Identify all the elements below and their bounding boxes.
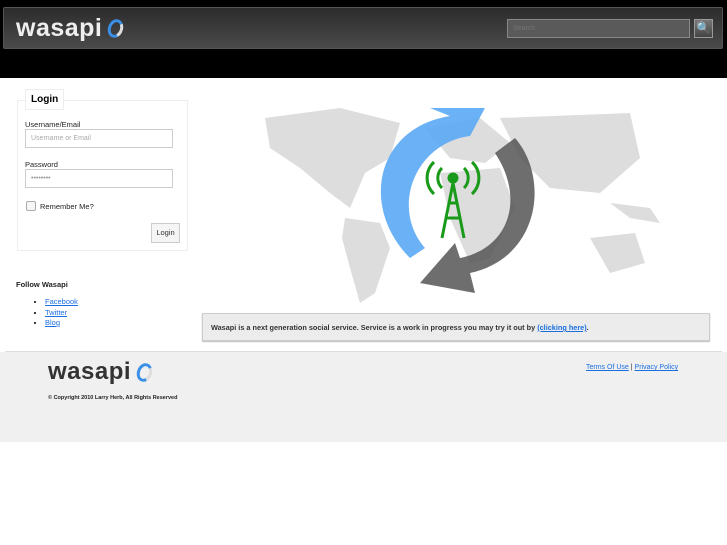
footer-links: Terms Of Use | Privacy Policy: [586, 364, 678, 371]
search-input[interactable]: [507, 19, 690, 38]
terms-link[interactable]: Terms Of Use: [586, 364, 629, 371]
username-input[interactable]: Username or Email: [25, 129, 173, 148]
remember-label: Remember Me?: [40, 202, 94, 211]
username-label: Username/Email: [25, 120, 81, 129]
follow-links: Facebook Twitter Blog: [45, 297, 78, 329]
remember-checkbox[interactable]: [26, 201, 36, 211]
swirl-icon: [105, 17, 127, 40]
copyright: © Copyright 2010 Larry Herb, All Rights …: [48, 395, 178, 401]
password-label: Password: [25, 160, 58, 169]
login-button[interactable]: Login: [151, 223, 180, 243]
notice-text: Wasapi is a next generation social servi…: [211, 323, 538, 332]
footer-logo: wasapi: [48, 358, 155, 386]
hero-illustration: [265, 108, 660, 303]
blog-link[interactable]: Blog: [45, 318, 60, 327]
follow-title: Follow Wasapi: [16, 280, 68, 289]
notice-banner: Wasapi is a next generation social servi…: [202, 313, 710, 341]
twitter-link[interactable]: Twitter: [45, 308, 67, 317]
notice-end: .: [586, 323, 589, 332]
search-button[interactable]: 🔍: [694, 19, 713, 38]
footer-logo-text: wasapi: [48, 358, 132, 385]
header-bar: wasapi 🔍: [3, 7, 723, 49]
password-input[interactable]: ••••••••: [25, 169, 173, 188]
logo-text: wasapi: [16, 14, 103, 42]
facebook-link[interactable]: Facebook: [45, 297, 78, 306]
magnifier-icon: 🔍: [696, 21, 711, 35]
login-title: Login: [25, 89, 65, 110]
logo[interactable]: wasapi: [16, 14, 127, 43]
privacy-link[interactable]: Privacy Policy: [635, 364, 679, 371]
separator: |: [630, 364, 633, 371]
clicking-here-link[interactable]: (clicking here): [537, 323, 586, 332]
swirl-icon: [134, 360, 155, 384]
